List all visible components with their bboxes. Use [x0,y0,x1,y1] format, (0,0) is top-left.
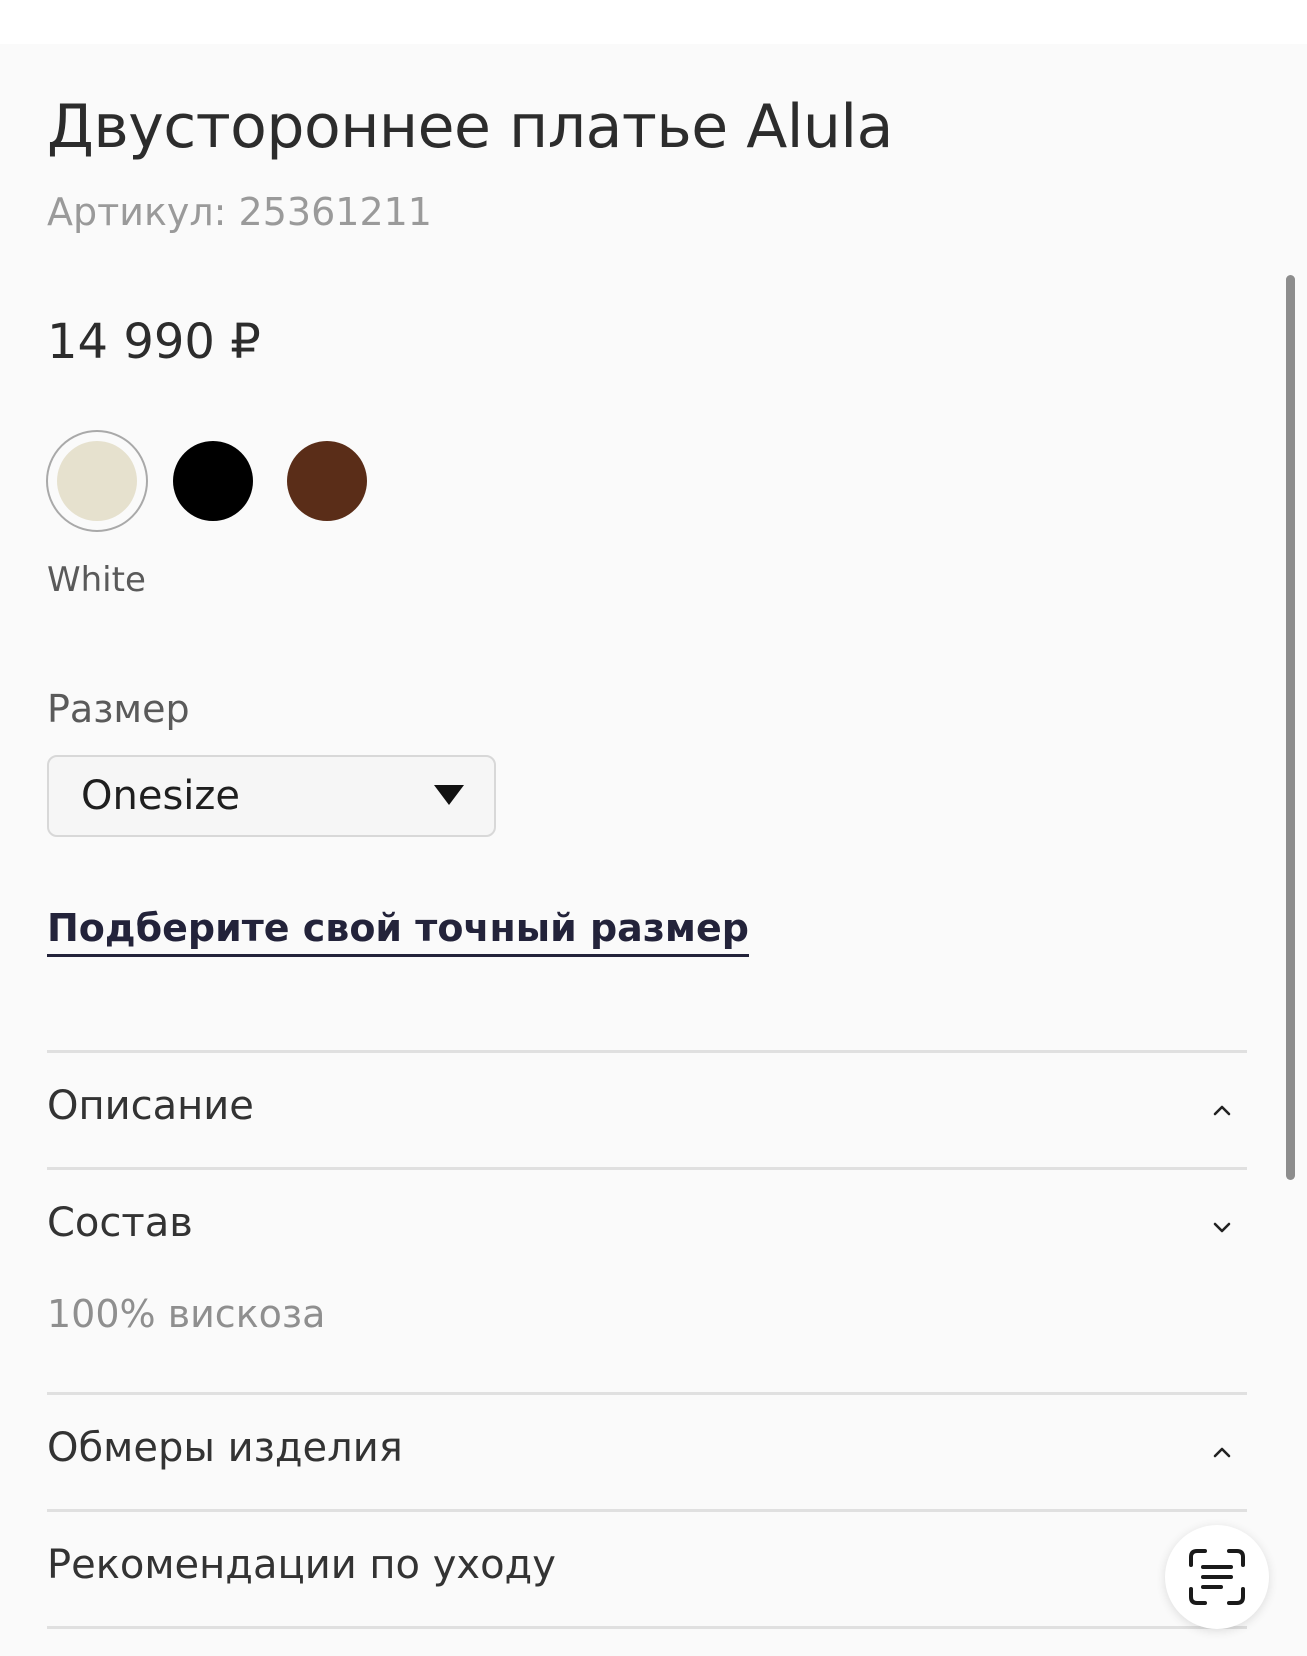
product-page: Двустороннее платье Alula Артикул: 25361… [0,0,1307,1656]
accordion-description[interactable]: Описание [47,1053,1247,1167]
accordion-label: Обмеры изделия [47,1425,403,1471]
scan-text-icon [1189,1549,1245,1605]
color-swatches [46,430,447,534]
color-swatch-black[interactable] [173,441,253,521]
chevron-up-icon [1213,1105,1231,1116]
accordion-label: Состав [47,1200,193,1246]
size-label: Размер [47,687,190,731]
accordion-label: Рекомендации по уходу [47,1542,556,1588]
composition-text: 100% вискоза [47,1292,326,1336]
size-finder-link[interactable]: Подберите свой точный размер [47,906,749,957]
color-swatch-white[interactable] [57,441,137,521]
accordion-care[interactable]: Рекомендации по уходу [47,1512,1247,1626]
scan-text-button[interactable] [1165,1525,1269,1629]
accordion-composition-body: 100% вискоза [47,1284,1247,1392]
product-sku: Артикул: 25361211 [47,190,432,234]
color-swatch-brown[interactable] [287,441,367,521]
chevron-up-icon [1213,1447,1231,1458]
size-select-value: Onesize [81,773,241,819]
top-bar [0,0,1307,44]
caret-down-icon [434,785,464,805]
product-title: Двустороннее платье Alula [47,92,893,162]
selected-color-label: White [47,560,146,600]
scrollbar[interactable] [1286,275,1295,1180]
divider [47,1626,1247,1629]
size-select[interactable]: Onesize [47,755,496,837]
accordion-composition[interactable]: Состав [47,1170,1247,1284]
chevron-down-icon [1213,1222,1231,1233]
accordion-measurements[interactable]: Обмеры изделия [47,1395,1247,1509]
accordion-label: Описание [47,1083,254,1129]
product-price: 14 990 ₽ [47,314,261,370]
product-info-accordion: Описание Состав 100% вискоза Обмеры изде… [47,1050,1247,1629]
